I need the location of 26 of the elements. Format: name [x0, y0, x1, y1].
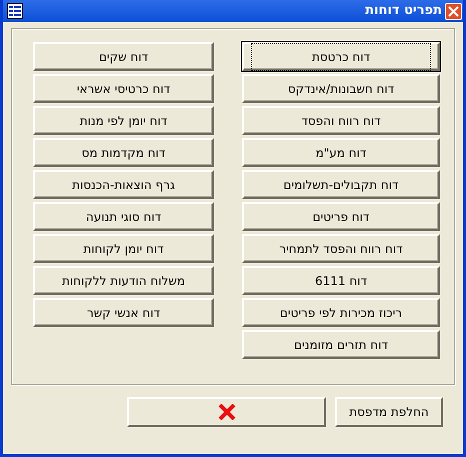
change-printer-button[interactable]: החלפת מדפסת — [335, 397, 443, 427]
report-button[interactable]: דוח שקים — [33, 42, 214, 71]
report-button[interactable]: דוח סוגי תנועה — [33, 202, 214, 231]
report-button[interactable]: דוח יומן לפי מנות — [33, 106, 214, 135]
report-button[interactable]: דוח מקדמות מס — [33, 138, 214, 167]
window-title: תפריט דוחות — [365, 2, 442, 20]
x-icon — [218, 404, 236, 420]
report-button[interactable]: דוח תזרים מזומנים — [242, 330, 440, 359]
report-button[interactable]: דוח רווח והפסד — [242, 106, 440, 135]
report-button[interactable]: דוח כרטסת — [242, 42, 440, 71]
close-icon — [448, 6, 459, 16]
report-button[interactable]: דוח כרטיסי אשראי — [33, 74, 214, 103]
report-button[interactable]: גרף הוצאות-הכנסות — [33, 170, 214, 199]
report-button[interactable]: ריכוז מכירות לפי פריטים — [242, 298, 440, 327]
report-button[interactable]: דוח 6111 — [242, 266, 440, 295]
report-button[interactable]: דוח תקבולים-תשלומים — [242, 170, 440, 199]
report-button[interactable]: דוח מע"מ — [242, 138, 440, 167]
report-button[interactable]: דוח רווח והפסד לתמחיר — [242, 234, 440, 263]
report-button[interactable]: דוח חשבונות/אינדקס — [242, 74, 440, 103]
report-button[interactable]: משלוח הודעות ללקוחות — [33, 266, 214, 295]
cancel-button[interactable] — [127, 397, 326, 427]
list-icon — [7, 3, 23, 19]
close-button[interactable] — [445, 2, 462, 20]
report-button[interactable]: דוח אנשי קשר — [33, 298, 214, 327]
report-button[interactable]: דוח יומן לקוחות — [33, 234, 214, 263]
report-button[interactable]: דוח פריטים — [242, 202, 440, 231]
